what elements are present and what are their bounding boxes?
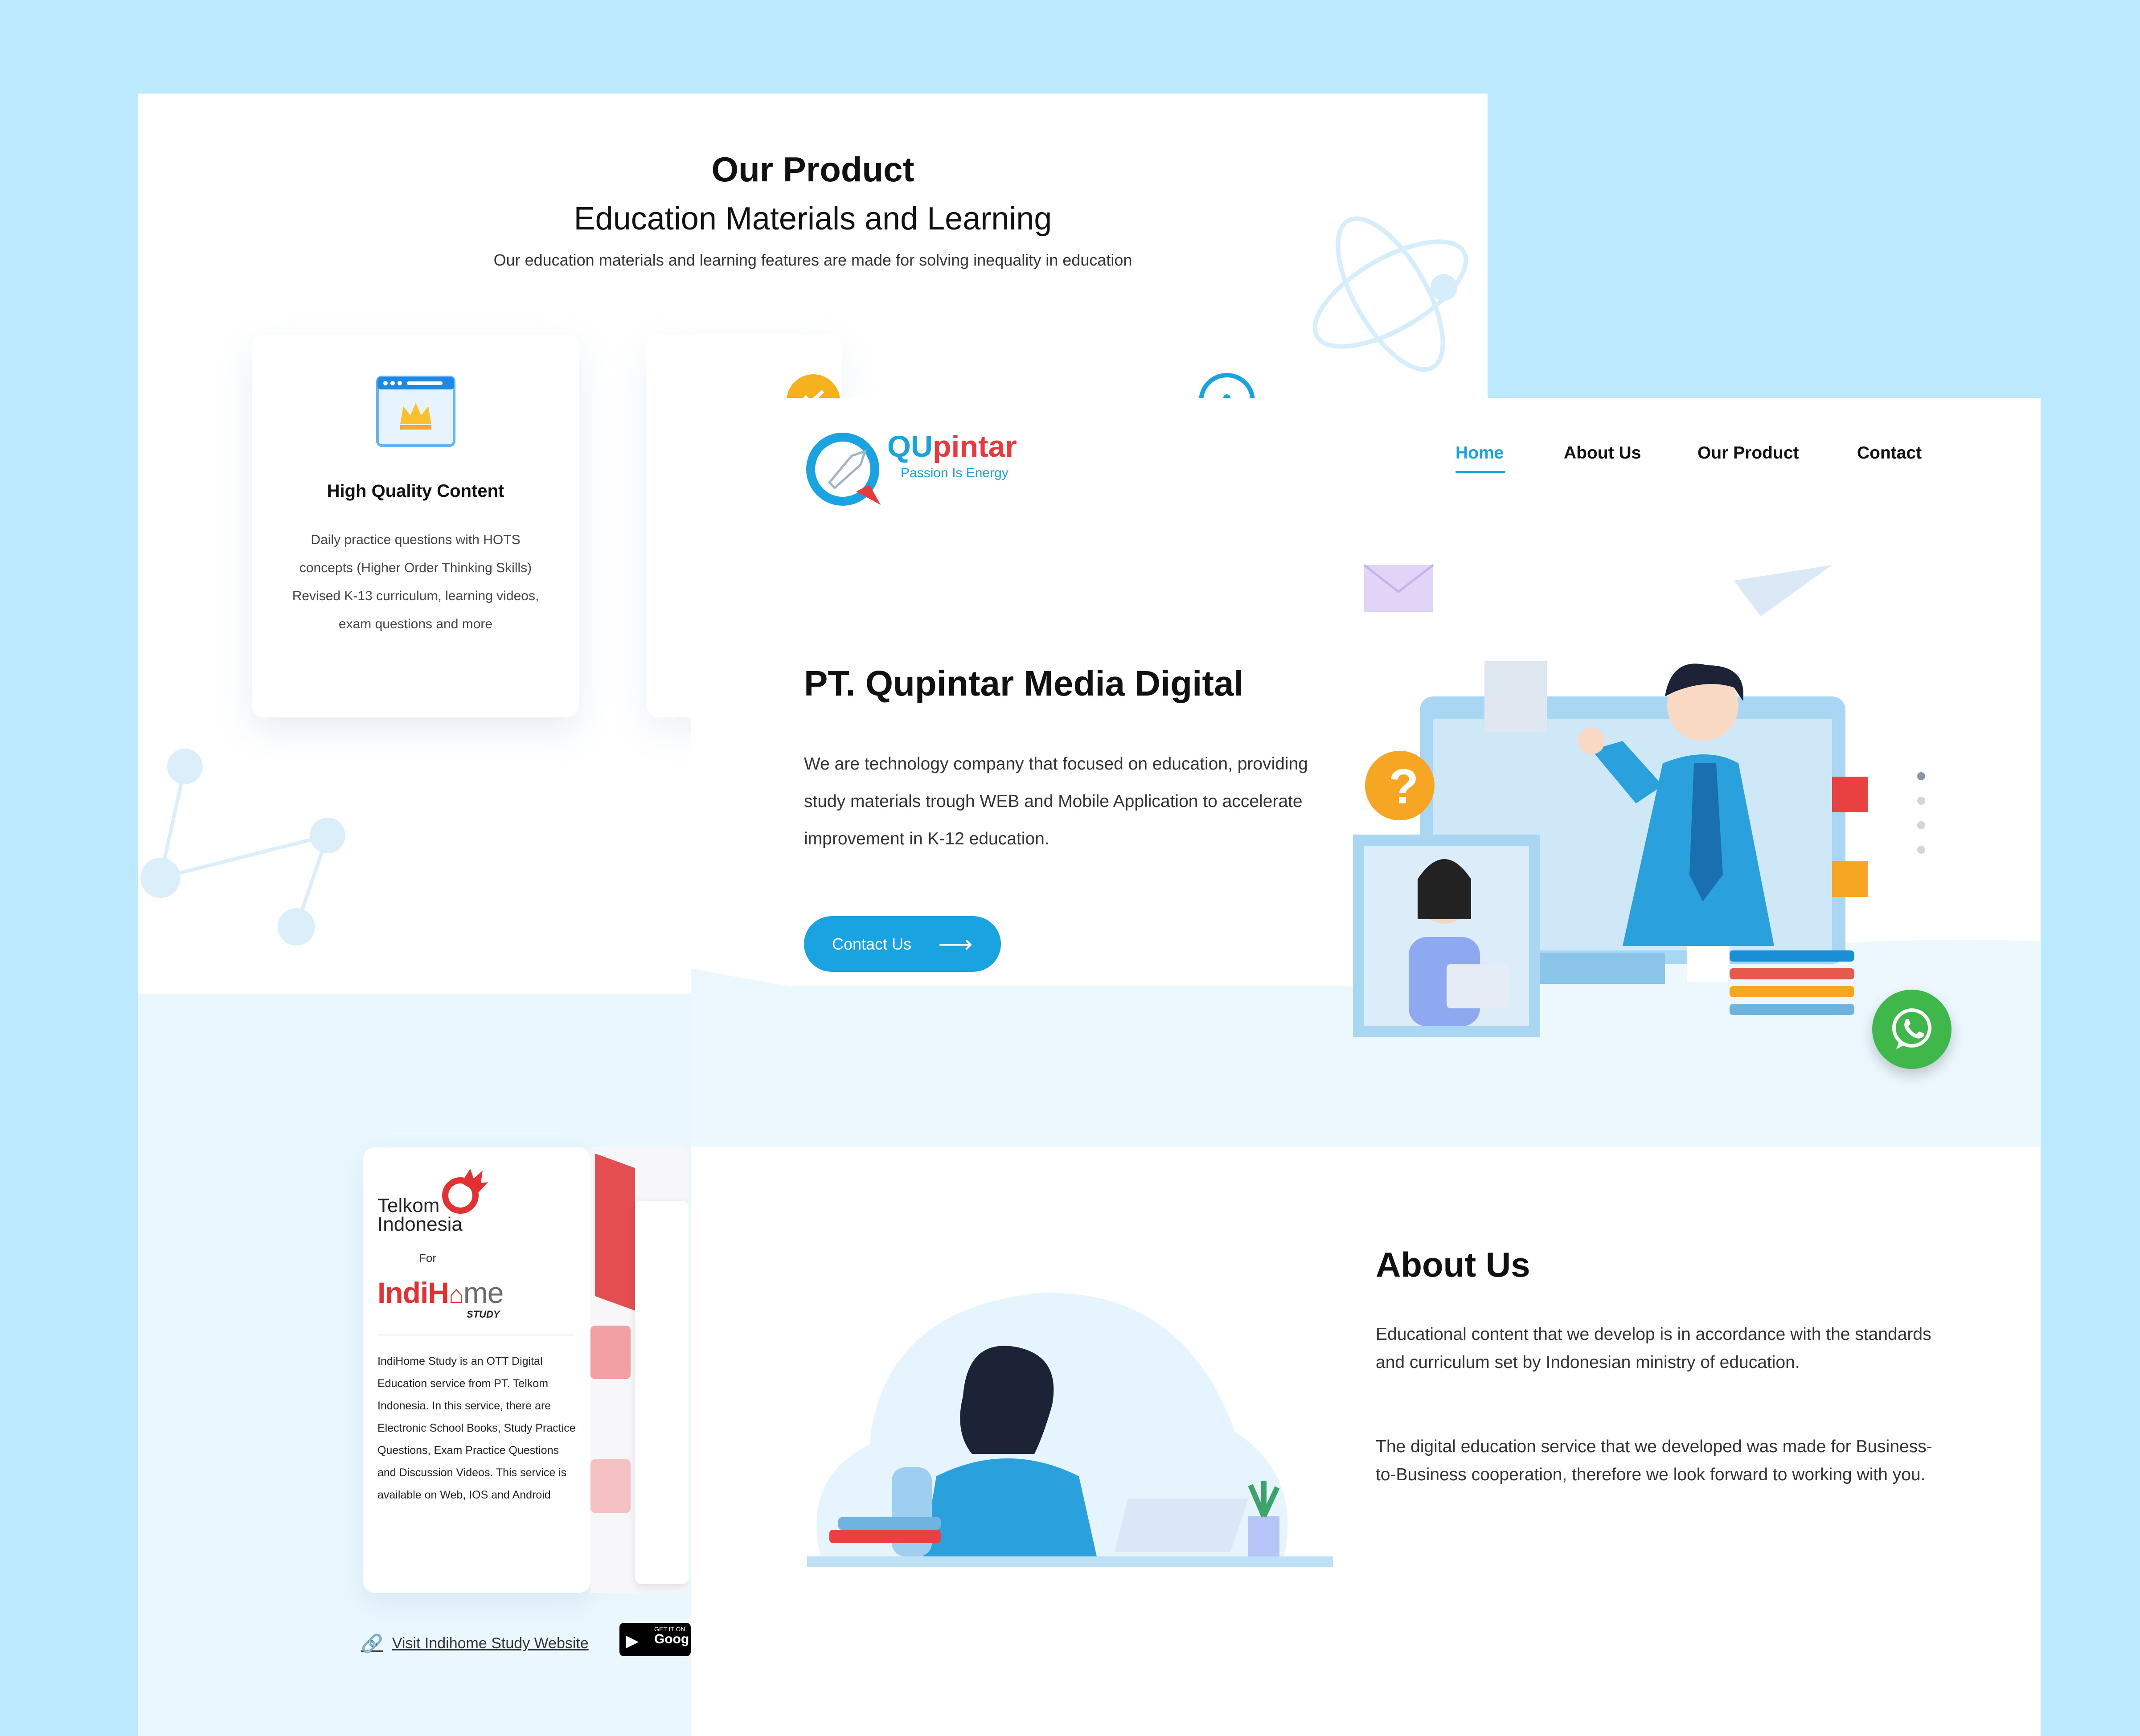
contact-us-button[interactable]: Contact Us ⟶ xyxy=(804,916,1001,972)
about-paragraph-2: The digital education service that we de… xyxy=(1376,1437,1932,1484)
indihome-logo: IndiH⌂me xyxy=(377,1276,504,1310)
visit-link-label: Visit Indihome Study Website xyxy=(392,1635,589,1652)
svg-text:?: ? xyxy=(1389,759,1418,814)
link-icon: 🔗 xyxy=(361,1634,383,1654)
slider-dot[interactable] xyxy=(1917,821,1925,829)
whatsapp-icon xyxy=(1892,1008,1931,1049)
indihome-study-tag: STUDY xyxy=(467,1309,500,1320)
indihome-gray-text: me xyxy=(463,1276,504,1309)
slider-dot[interactable] xyxy=(1917,797,1925,805)
app-screenshot-stripe xyxy=(595,1153,635,1311)
google-play-badge[interactable]: ▶ GET IT ON Goog xyxy=(619,1623,691,1656)
nav-about-us[interactable]: About Us xyxy=(1564,443,1641,463)
product-title: Our Product xyxy=(711,150,914,189)
slider-dot-active[interactable] xyxy=(1917,772,1925,780)
hero-title: PT. Qupintar Media Digital xyxy=(804,663,1244,703)
hero-description: We are technology company that focused o… xyxy=(804,754,1308,848)
product-description: Our education materials and learning fea… xyxy=(493,251,1132,269)
app-screenshot-phone xyxy=(635,1201,689,1584)
logo-text: QUpintar xyxy=(887,429,1017,464)
logo-pintar: pintar xyxy=(933,430,1017,463)
partner-description: IndiHome Study is an OTT Digital Educati… xyxy=(377,1355,576,1501)
nav-our-product[interactable]: Our Product xyxy=(1697,443,1799,463)
partner-company-name: Telkom Indonesia xyxy=(377,1195,463,1235)
arrow-right-icon: ⟶ xyxy=(938,931,973,958)
about-title: About Us xyxy=(1376,1245,1530,1284)
indihome-red-text: IndiH xyxy=(377,1276,449,1309)
online-teaching-illustration: ? xyxy=(1353,564,1868,1037)
nav-home[interactable]: Home xyxy=(1455,443,1504,463)
feature-description: Daily practice questions with HOTS conce… xyxy=(292,532,539,631)
store-big-label: Goog xyxy=(654,1632,689,1646)
nav-active-indicator xyxy=(1455,471,1505,473)
app-screenshot-preview xyxy=(590,1147,689,1593)
rocket-logo-icon xyxy=(806,433,881,506)
logo-qu: QU xyxy=(887,430,933,463)
app-screenshot-thumb xyxy=(590,1459,631,1513)
cta-label: Contact Us xyxy=(832,934,912,953)
nav-contact[interactable]: Contact xyxy=(1857,443,1922,463)
feature-card-high-quality: High Quality Content Daily practice ques… xyxy=(252,334,579,717)
feature-title: High Quality Content xyxy=(327,481,504,501)
slider-dot[interactable] xyxy=(1917,846,1925,854)
partner-card-telkom: Telkom Indonesia For IndiH⌂me STUDY Indi… xyxy=(363,1147,590,1593)
app-screenshot-thumb xyxy=(590,1326,631,1379)
browser-crown-icon xyxy=(376,376,455,447)
product-subtitle: Education Materials and Learning xyxy=(574,201,1052,237)
partner-for-label: For xyxy=(419,1251,436,1265)
badge-icon xyxy=(787,374,840,401)
about-paragraph-1: Educational content that we develop is i… xyxy=(1376,1325,1931,1372)
visit-indihome-link[interactable]: 🔗 Visit Indihome Study Website xyxy=(361,1633,589,1654)
home-page-preview: QUpintar Passion Is Energy Home About Us… xyxy=(691,398,2041,1736)
clock-icon xyxy=(1199,373,1255,401)
play-store-icon: ▶ xyxy=(626,1632,639,1650)
student-illustration xyxy=(807,1293,1333,1567)
logo-tagline: Passion Is Energy xyxy=(901,466,1009,480)
qupintar-logo[interactable]: QUpintar Passion Is Energy xyxy=(803,416,1034,506)
home-icon: ⌂ xyxy=(448,1280,464,1308)
whatsapp-button[interactable] xyxy=(1872,990,1951,1069)
